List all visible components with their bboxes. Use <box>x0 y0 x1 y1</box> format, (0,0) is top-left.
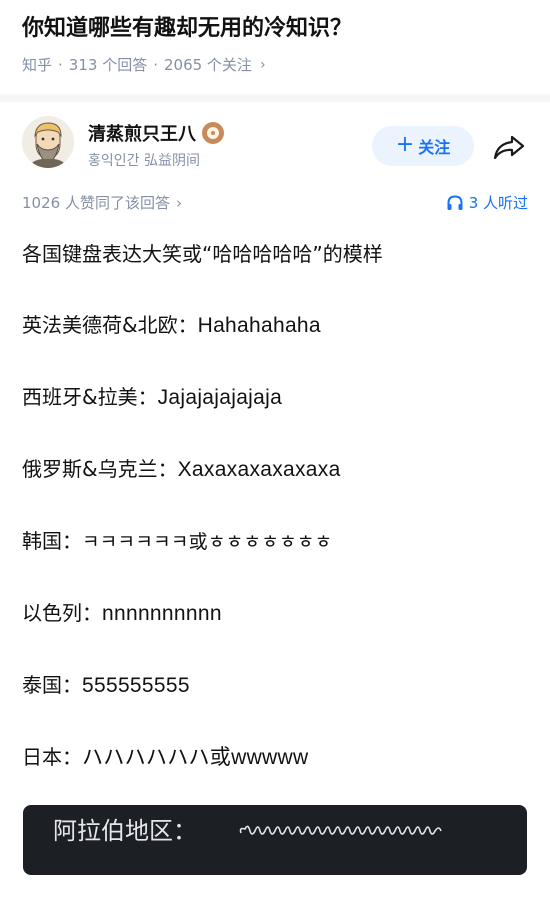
line-label: 日本： <box>22 745 82 769</box>
author-name-group[interactable]: 清蒸煎只王八 <box>88 120 224 146</box>
line-value: Xaxaxaxaxaxaxa <box>177 458 341 481</box>
meta-separator: · <box>58 56 63 74</box>
content-line: 泰国：555555555 <box>22 671 190 700</box>
content-line: 日本：ハハハハハハ或wwwww <box>22 743 308 772</box>
author-bio: 홍익인간 弘益阴间 <box>88 153 200 169</box>
upvote-count: 1026 人赞同了该回答 <box>22 194 170 212</box>
arabic-laughter-script <box>239 825 442 835</box>
follow-button[interactable]: + 关注 <box>372 126 474 166</box>
author-row: 清蒸煎只王八 홍익인간 弘益阴间 + 关注 <box>22 116 530 176</box>
plus-icon: + <box>395 132 415 157</box>
content-line: 英法美德荷&北欧：Hahahahaha <box>22 311 321 340</box>
content-line: 以色列：nnnnnnnnnn <box>22 599 222 628</box>
line-label: 英法美德荷&北欧： <box>22 313 198 337</box>
line-label: 西班牙&拉美： <box>22 385 158 409</box>
line-label: 韩国： <box>22 529 82 553</box>
line-label: 泰国： <box>22 673 82 697</box>
line-value: Jajajajajajaja <box>157 386 283 409</box>
eye-badge-icon <box>202 122 224 144</box>
headphones-icon <box>447 194 463 210</box>
share-icon[interactable] <box>492 132 526 162</box>
meta-separator: · <box>153 56 158 74</box>
line-value: nnnnnnnnnn <box>102 602 222 625</box>
line-label: 以色列： <box>22 601 102 625</box>
listen-count: 3 人听过 <box>468 194 528 212</box>
chevron-right-icon: › <box>175 193 182 212</box>
line-value: ハハハハハハ或wwwww <box>82 746 309 769</box>
answer-count: 313 个回答 <box>68 56 148 74</box>
line-value: Hahahahaha <box>197 314 321 337</box>
line-value: ㅋㅋㅋㅋㅋㅋ或ㅎㅎㅎㅎㅎㅎㅎ <box>82 532 333 553</box>
bearded-man-avatar-icon <box>22 116 74 168</box>
question-title[interactable]: 你知道哪些有趣却无用的冷知识？ <box>22 14 532 44</box>
upvote-summary[interactable]: 1026 人赞同了该回答 › <box>22 192 182 213</box>
answer-intro: 各国键盘表达大笑或“哈哈哈哈哈”的模样 <box>22 242 383 266</box>
content-line: 西班牙&拉美：Jajajajajajaja <box>22 383 282 412</box>
avatar[interactable] <box>22 116 74 168</box>
question-meta[interactable]: 知乎 · 313 个回答 · 2065 个关注 › <box>22 54 266 76</box>
arabic-region-label: 阿拉伯地区： <box>53 817 197 845</box>
follower-count: 2065 个关注 <box>163 56 252 74</box>
content-line: 韩国：ㅋㅋㅋㅋㅋㅋ或ㅎㅎㅎㅎㅎㅎㅎ <box>22 527 332 557</box>
follow-label: 关注 <box>418 138 451 157</box>
chevron-right-icon: › <box>259 57 266 73</box>
stats-row: 1026 人赞同了该回答 › 3 人听过 <box>22 192 528 216</box>
content-line: 俄罗斯&乌克兰：Xaxaxaxaxaxaxa <box>22 455 341 484</box>
line-label: 俄罗斯&乌克兰： <box>22 457 178 481</box>
line-value: 555555555 <box>82 674 190 697</box>
author-name[interactable]: 清蒸煎只王八 <box>88 120 196 146</box>
section-divider <box>0 94 550 102</box>
arabic-region-box: 阿拉伯地区： <box>23 805 527 875</box>
listen-button[interactable]: 3 人听过 <box>446 192 528 213</box>
source-label: 知乎 <box>22 56 53 74</box>
